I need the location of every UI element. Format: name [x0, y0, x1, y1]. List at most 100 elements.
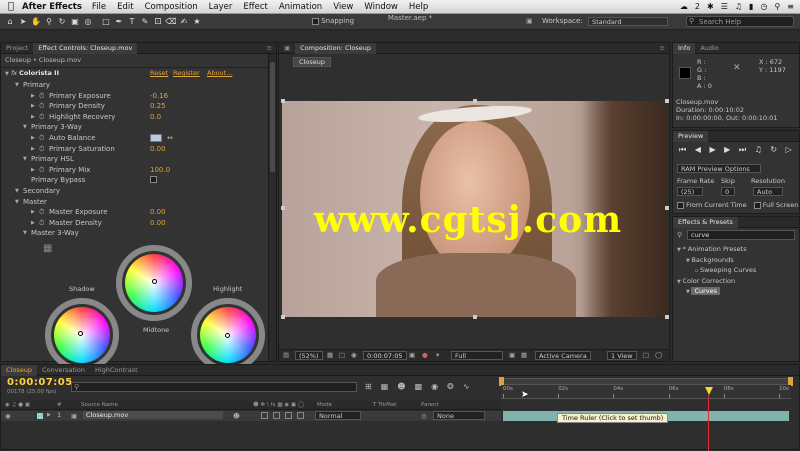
- hand-tool-icon[interactable]: ✋: [30, 16, 42, 27]
- volume-icon[interactable]: ♫: [735, 2, 742, 11]
- calculator-icon[interactable]: ▦: [43, 243, 52, 254]
- tab-effect-controls[interactable]: Effect Controls: Closeup.mov: [33, 42, 138, 54]
- region-of-interest-icon[interactable]: ▣: [509, 351, 515, 359]
- mask-visibility-icon[interactable]: □: [339, 351, 345, 359]
- bluetooth-icon[interactable]: ✱: [707, 2, 714, 11]
- creative-cloud-icon[interactable]: ☁: [680, 2, 688, 11]
- stopwatch-icon[interactable]: ⏱: [39, 112, 44, 122]
- layer-name[interactable]: Closeup.mov: [83, 411, 223, 419]
- pen-tool-icon[interactable]: ✒: [113, 16, 125, 27]
- disclosure-triangle-icon[interactable]: ▶: [31, 218, 35, 228]
- property-value[interactable]: 0.0: [150, 112, 161, 122]
- app-name[interactable]: After Effects: [22, 2, 82, 12]
- mute-icon[interactable]: ♫: [755, 145, 765, 154]
- full-screen-checkbox[interactable]: [753, 201, 761, 209]
- disclosure-triangle-icon[interactable]: ▼: [23, 228, 27, 238]
- menu-layer[interactable]: Layer: [209, 2, 233, 12]
- workspace-icon[interactable]: ▣: [526, 17, 533, 25]
- battery-icon[interactable]: ▮: [749, 2, 753, 11]
- property-row[interactable]: ▶ ⏱ Primary Exposure -0.16: [1, 91, 268, 101]
- eyedropper-icon[interactable]: ↔: [167, 133, 173, 143]
- menu-view[interactable]: View: [333, 2, 353, 12]
- brush-tool-icon[interactable]: ✎: [139, 16, 151, 27]
- disclosure-triangle-icon[interactable]: ▼: [15, 197, 19, 207]
- wifi-icon[interactable]: ☰: [721, 2, 728, 11]
- layer-mode-select[interactable]: Normal: [315, 411, 361, 420]
- workspace-select[interactable]: Standard: [588, 17, 668, 26]
- motion-blur-icon[interactable]: ◉: [431, 382, 447, 391]
- resolution-select[interactable]: Full: [451, 351, 503, 360]
- fast-preview-icon[interactable]: ◯: [655, 351, 662, 359]
- snapping-checkbox[interactable]: [312, 17, 319, 25]
- layer-handle[interactable]: [473, 315, 477, 319]
- channel-dropdown-icon[interactable]: ▾: [436, 351, 439, 359]
- mask-tool-icon[interactable]: □: [100, 16, 112, 27]
- property-row[interactable]: ▶ ⏱ Highlight Recovery 0.0: [1, 112, 268, 122]
- adjustment-checkbox[interactable]: [285, 412, 292, 419]
- about-link[interactable]: About...: [207, 69, 232, 77]
- register-link[interactable]: Register: [173, 69, 200, 77]
- property-row[interactable]: ▶ ⏱ Master Density 0.00: [1, 218, 268, 228]
- list-icon[interactable]: ≡: [787, 2, 794, 11]
- home-icon[interactable]: ⌂: [4, 16, 16, 27]
- loop-icon[interactable]: ↻: [770, 145, 780, 154]
- layer-handle[interactable]: [473, 99, 477, 103]
- reset-link[interactable]: Reset: [150, 69, 168, 77]
- auto-balance-swatch[interactable]: [150, 134, 162, 142]
- menu-file[interactable]: File: [92, 2, 106, 12]
- safe-zones-icon[interactable]: ▦: [327, 351, 333, 359]
- layer-handle[interactable]: [281, 315, 285, 319]
- stopwatch-icon[interactable]: ⏱: [39, 165, 44, 175]
- pan-behind-tool-icon[interactable]: ◎: [82, 16, 94, 27]
- shadow-wheel-handle[interactable]: [78, 331, 83, 336]
- tab-audio[interactable]: Audio: [695, 43, 723, 54]
- draft-3d-icon[interactable]: ▦: [381, 382, 398, 391]
- graph-editor-icon[interactable]: ∿: [463, 382, 479, 391]
- tab-info[interactable]: Info: [673, 42, 696, 54]
- effects-tree-item[interactable]: ▫ Sweeping Curves: [673, 265, 799, 275]
- layer-handle[interactable]: [665, 99, 669, 103]
- property-row[interactable]: ▶ ⏱ Auto Balance ↔: [1, 133, 268, 143]
- stopwatch-icon[interactable]: ⏱: [39, 218, 44, 228]
- stopwatch-icon[interactable]: ⏱: [39, 207, 44, 217]
- disclosure-triangle-icon[interactable]: ▶: [31, 133, 35, 143]
- property-value[interactable]: 0.00: [150, 218, 166, 228]
- always-preview-icon[interactable]: ▤: [283, 351, 289, 359]
- current-time-display[interactable]: 0:00:07:05: [363, 351, 407, 360]
- current-time-indicator[interactable]: [705, 387, 713, 395]
- first-frame-icon[interactable]: ⏮: [679, 145, 689, 154]
- tab-composition[interactable]: Composition: Closeup: [295, 42, 376, 54]
- disclosure-triangle-icon[interactable]: ▶: [31, 207, 35, 217]
- camera-snapshot-icon[interactable]: ▣: [409, 351, 415, 359]
- property-row[interactable]: ▼ Primary HSL: [1, 154, 268, 164]
- time-ruler[interactable]: 00s 02s 04s 06s 08s 10s: [501, 385, 791, 399]
- last-frame-icon[interactable]: ⏭: [739, 145, 749, 154]
- disclosure-triangle-icon[interactable]: ▼: [23, 122, 27, 132]
- timeline-search-input[interactable]: [71, 382, 357, 392]
- stopwatch-icon[interactable]: ⏱: [39, 144, 44, 154]
- next-frame-icon[interactable]: ▶: [724, 145, 733, 154]
- property-value[interactable]: 0.00: [150, 144, 166, 154]
- ram-preview-options-select[interactable]: RAM Preview Options: [677, 164, 761, 173]
- property-row[interactable]: ▼ Secondary: [1, 186, 268, 196]
- puppet-tool-icon[interactable]: ★: [191, 16, 203, 27]
- effects-tree-item[interactable]: ▼ Curves: [673, 286, 799, 296]
- clone-tool-icon[interactable]: ⚀: [152, 16, 164, 27]
- play-icon[interactable]: ▶: [709, 145, 718, 154]
- stopwatch-icon[interactable]: ⏱: [39, 101, 44, 111]
- brainstorm-icon[interactable]: ❂: [447, 382, 463, 391]
- comp-sub-tab[interactable]: Closeup: [293, 57, 331, 67]
- spotlight-icon[interactable]: ⚲: [774, 2, 780, 11]
- pixel-aspect-icon[interactable]: □: [643, 351, 649, 359]
- layer-visibility-icon[interactable]: ◉: [5, 412, 11, 420]
- effects-tree-item[interactable]: ▼ Backgrounds: [673, 255, 799, 265]
- property-value[interactable]: 0.00: [150, 207, 166, 217]
- 3d-layer-checkbox[interactable]: [297, 412, 304, 419]
- apple-icon[interactable]: : [0, 1, 22, 12]
- frame-rate-select[interactable]: (25): [677, 187, 703, 196]
- property-value[interactable]: 100.0: [150, 165, 170, 175]
- clock-icon[interactable]: ◷: [760, 2, 767, 11]
- effects-search-input[interactable]: curve: [687, 230, 795, 240]
- tab-timeline-conversation[interactable]: Conversation: [37, 365, 90, 376]
- disclosure-triangle-icon[interactable]: ▶: [31, 91, 35, 101]
